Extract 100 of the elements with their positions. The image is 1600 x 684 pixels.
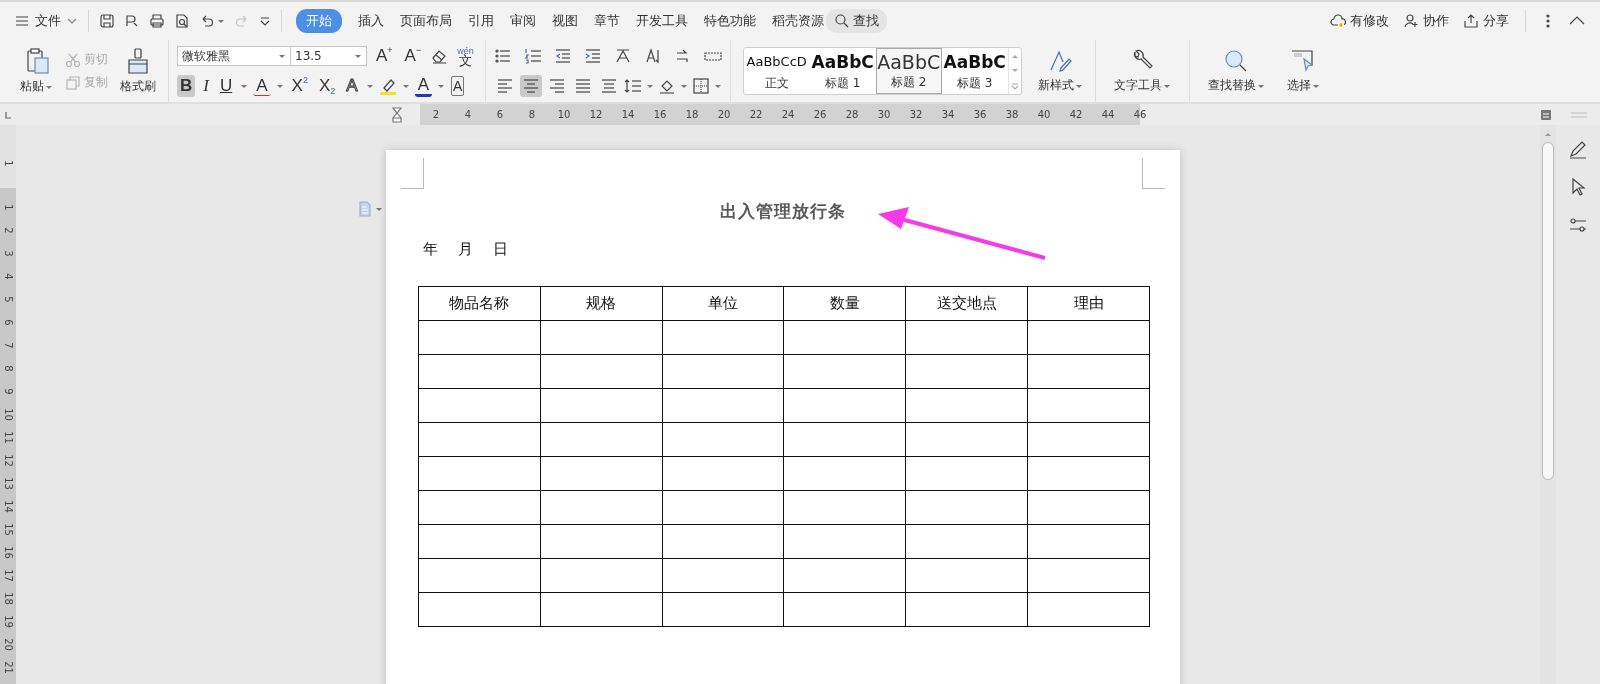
caret-icon[interactable]	[713, 83, 722, 89]
ruler-number: 1	[2, 204, 14, 211]
caret-icon[interactable]	[401, 83, 410, 89]
scroll-up-icon[interactable]	[1544, 131, 1552, 137]
indent-marker-icon[interactable]	[392, 106, 402, 123]
share-button[interactable]: 分享	[1463, 12, 1509, 30]
caret-icon[interactable]	[240, 83, 249, 89]
ribbon-tab[interactable]: 插入	[358, 10, 384, 32]
menu-icon	[14, 13, 30, 29]
ruler-number: 40	[1036, 109, 1052, 120]
text-effect-button[interactable]: A	[343, 75, 361, 97]
numbering-icon[interactable]	[523, 47, 542, 65]
caret-icon[interactable]	[1162, 82, 1171, 89]
grow-font-button[interactable]: A$^{+}$	[373, 45, 396, 67]
caret-icon[interactable]	[45, 83, 53, 90]
ruler-number: 21	[2, 661, 14, 674]
paste-button[interactable]: 粘贴	[16, 47, 57, 95]
ribbon-tab[interactable]: 章节	[594, 10, 620, 32]
ruler-number: 4	[463, 109, 473, 120]
font-family-select[interactable]: 微软雅黑	[177, 46, 291, 66]
caret-icon[interactable]	[1074, 82, 1083, 89]
scroll-up-icon[interactable]	[1010, 52, 1019, 59]
caret-icon[interactable]	[278, 53, 286, 59]
sort-icon[interactable]	[643, 47, 662, 65]
character-border-button[interactable]: A	[450, 75, 466, 97]
caret-icon[interactable]	[354, 53, 362, 59]
ruler-number: 10	[556, 109, 572, 120]
column-header: 数量	[784, 286, 906, 321]
style-preset[interactable]: AaBbC 标题 1	[809, 48, 876, 94]
ribbon-tab[interactable]: 视图	[552, 10, 578, 32]
column-header: 送交地点	[905, 286, 1028, 321]
find-replace-button[interactable]: 查找替换	[1203, 48, 1269, 94]
bullets-icon[interactable]	[493, 47, 512, 65]
ruler-number: 28	[844, 109, 860, 120]
line-spacing-icon[interactable]	[623, 77, 642, 95]
ruler-number: 18	[2, 592, 14, 605]
changes-button[interactable]: 有修改	[1330, 12, 1389, 30]
ribbon-tab[interactable]: 开发工具	[636, 10, 688, 32]
ruler-number: 38	[1004, 109, 1020, 120]
decrease-indent-icon[interactable]	[553, 47, 572, 65]
text-tools-button[interactable]: 文字工具	[1109, 48, 1175, 94]
save-icon[interactable]	[99, 13, 115, 29]
preview-icon[interactable]	[174, 13, 190, 29]
collaborate-button[interactable]: 协作	[1403, 12, 1449, 30]
increase-indent-icon[interactable]	[583, 47, 602, 65]
style-preset[interactable]: AaBbC 标题 2	[875, 48, 942, 94]
select-button[interactable]: 选择	[1282, 48, 1324, 94]
phonetic-guide-button[interactable]: wén 文	[454, 45, 477, 67]
style-preset[interactable]: AaBbC 标题 3	[941, 48, 1008, 94]
caret-icon[interactable]	[1311, 82, 1320, 89]
ruler-number: 34	[940, 109, 956, 120]
ruler-number: 15	[2, 523, 14, 536]
font-color-button[interactable]: A	[414, 75, 432, 97]
bold-button[interactable]: B	[177, 75, 196, 97]
ribbon-tab[interactable]: 页面布局	[400, 10, 452, 32]
caret-icon[interactable]	[217, 18, 225, 24]
drag-handle-icon[interactable]	[1570, 109, 1588, 120]
print-icon[interactable]	[149, 13, 165, 29]
caret-icon[interactable]	[365, 83, 374, 89]
font-size-select[interactable]: 13.5	[290, 46, 367, 66]
ribbon-tab[interactable]: 审阅	[510, 10, 536, 32]
sliders-icon[interactable]	[1568, 215, 1588, 235]
ruler-number: 42	[1068, 109, 1084, 120]
search-button[interactable]: 查找	[826, 9, 887, 33]
new-style-button[interactable]: 新样式	[1033, 48, 1087, 94]
file-menu[interactable]: 文件	[14, 12, 78, 30]
scrollbar-thumb[interactable]	[1542, 142, 1554, 480]
panel-toggle-icon[interactable]	[1540, 108, 1552, 121]
caret-icon[interactable]	[1256, 82, 1265, 89]
shrink-font-button[interactable]: A$^{−}$	[401, 45, 425, 67]
align-center-button[interactable]	[519, 75, 542, 97]
ruler-number: 24	[780, 109, 796, 120]
ribbon-tab[interactable]: 稻壳资源	[772, 10, 824, 32]
italic-button[interactable]: I	[200, 75, 212, 97]
scroll-down-icon[interactable]	[1010, 67, 1019, 74]
tab-stop-icon[interactable]	[4, 109, 12, 120]
caret-icon[interactable]	[437, 83, 445, 89]
ribbon-tab[interactable]: 特色功能	[704, 10, 756, 32]
caret-icon[interactable]	[375, 206, 383, 212]
ruler-number: 19	[2, 615, 14, 628]
strikethrough-button[interactable]: A	[253, 76, 271, 96]
subscript-button[interactable]: X$_{2}$	[315, 75, 339, 97]
ruler-number: 5	[2, 296, 14, 303]
ruler-number: 44	[1100, 109, 1116, 120]
pen-icon[interactable]	[1568, 139, 1588, 159]
caret-icon[interactable]	[275, 83, 284, 89]
caret-icon[interactable]	[679, 83, 688, 89]
underline-button[interactable]: U	[216, 75, 236, 97]
expand-icon[interactable]	[1010, 82, 1019, 90]
customize-caret-icon[interactable]	[259, 15, 271, 27]
superscript-button[interactable]: X$^{2}$	[288, 75, 311, 97]
caret-icon[interactable]	[645, 83, 654, 89]
crop-mark	[1142, 158, 1165, 189]
style-preset[interactable]: AaBbCcD 正文	[743, 48, 810, 94]
scissors-icon	[65, 51, 81, 68]
style-name: 标题 2	[891, 74, 927, 91]
highlighter-icon[interactable]	[378, 77, 397, 95]
ribbon-tab[interactable]: 引用	[468, 10, 494, 32]
borders-icon[interactable]	[691, 77, 710, 95]
format-painter-button[interactable]: 格式刷	[116, 47, 160, 95]
